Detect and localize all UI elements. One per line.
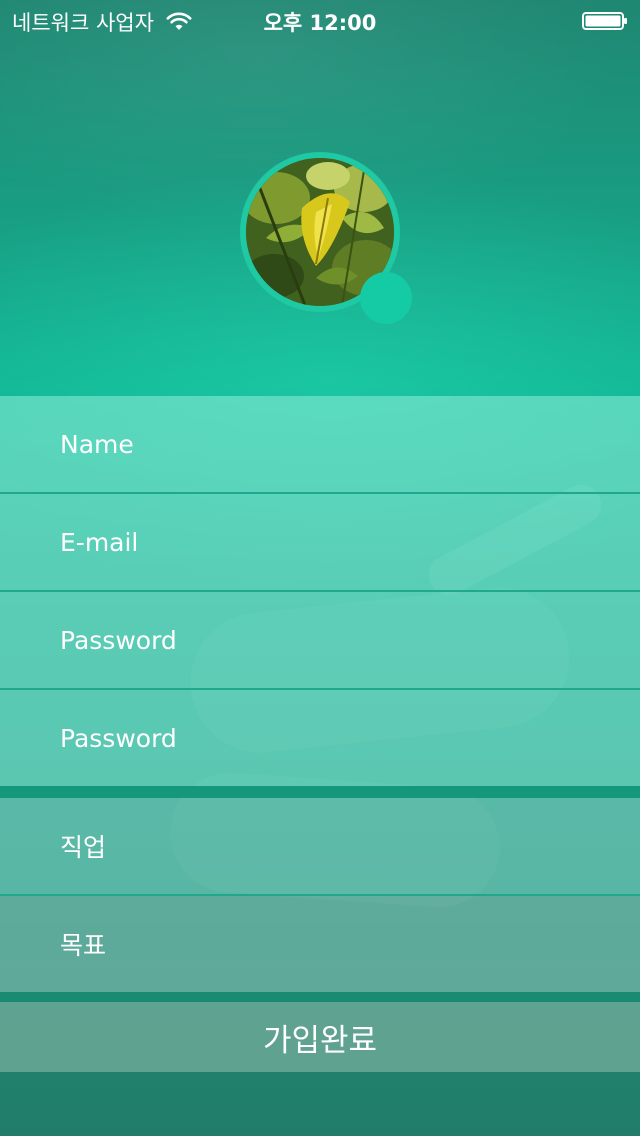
name-field[interactable]: Name — [0, 396, 640, 492]
status-time: 오후 12:00 — [263, 11, 377, 35]
battery-full-icon — [582, 11, 628, 30]
add-photo-button[interactable] — [360, 272, 412, 324]
section-gap — [0, 786, 640, 798]
goal-field[interactable]: 목표 — [0, 896, 640, 992]
signup-complete-label: 가입완료 — [262, 1022, 378, 1059]
signup-form: Name E-mail Password Password 직업 목표 가입완료 — [0, 396, 640, 1072]
password-field[interactable]: Password — [0, 592, 640, 688]
name-placeholder: Name — [60, 429, 134, 459]
password-confirm-placeholder: Password — [60, 723, 177, 753]
email-field[interactable]: E-mail — [0, 494, 640, 590]
goal-placeholder: 목표 — [60, 931, 107, 960]
signup-complete-button[interactable]: 가입완료 — [0, 1002, 640, 1072]
section-gap — [0, 992, 640, 1002]
job-placeholder: 직업 — [60, 833, 107, 862]
signup-screen: 네트워크 사업자 오후 12:00 Name E-mail Password P… — [0, 0, 640, 1136]
password-confirm-field[interactable]: Password — [0, 690, 640, 786]
profile-photo-area — [240, 152, 412, 324]
job-field[interactable]: 직업 — [0, 798, 640, 894]
status-bar: 네트워크 사업자 오후 12:00 — [0, 0, 640, 40]
email-placeholder: E-mail — [60, 527, 139, 557]
password-placeholder: Password — [60, 625, 177, 655]
